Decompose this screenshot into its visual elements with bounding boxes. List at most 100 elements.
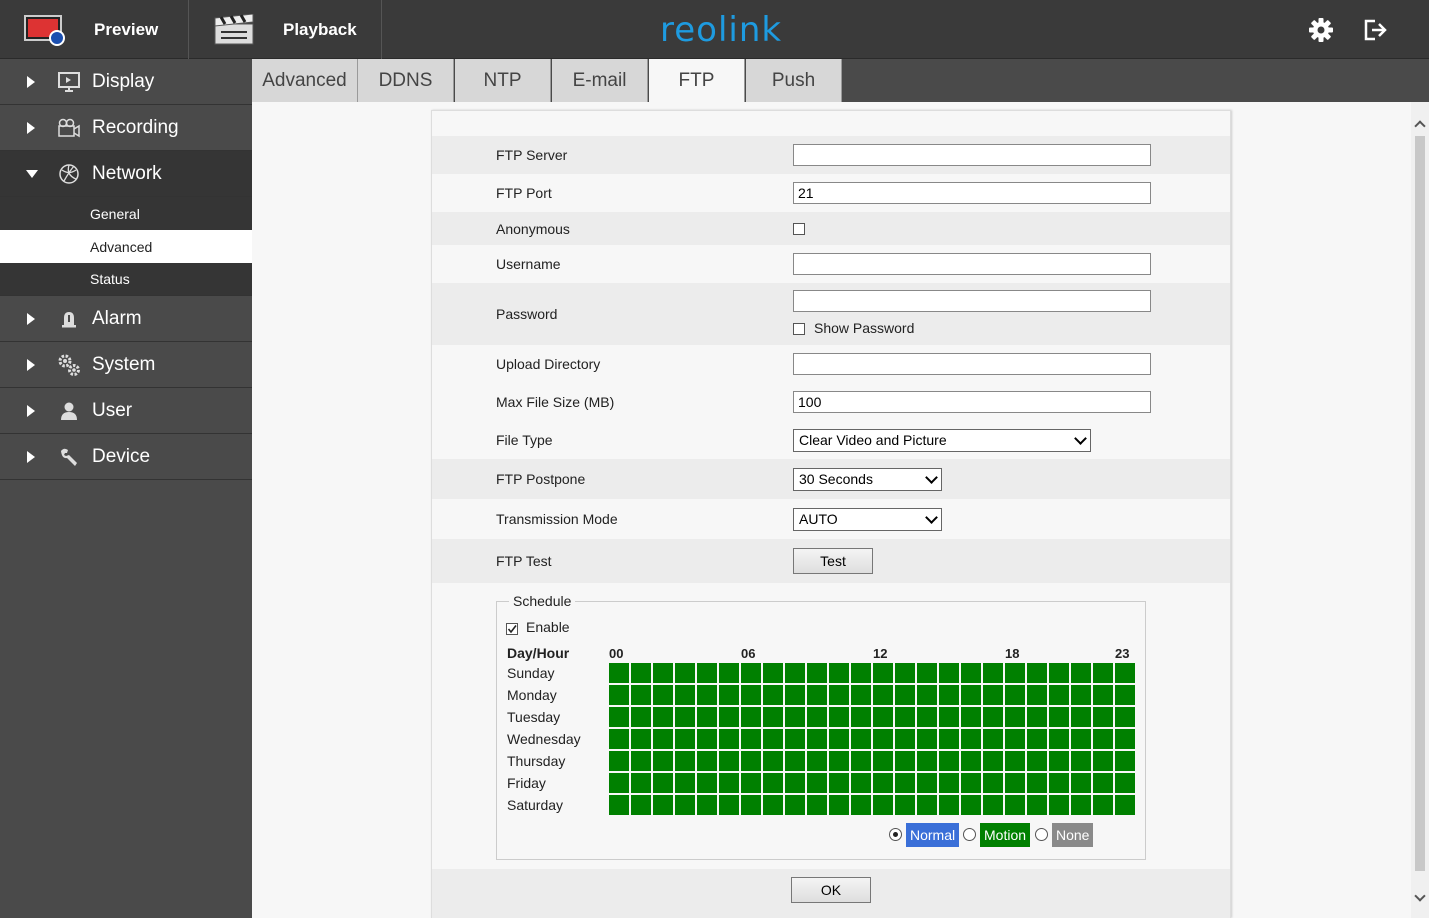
upload-directory-input[interactable] [793, 353, 1151, 375]
schedule-cell[interactable] [1093, 795, 1113, 815]
schedule-cell[interactable] [873, 685, 893, 705]
schedule-cell[interactable] [1027, 751, 1047, 771]
schedule-cell[interactable] [917, 729, 937, 749]
schedule-cell[interactable] [675, 729, 695, 749]
schedule-cell[interactable] [873, 751, 893, 771]
schedule-cell[interactable] [961, 751, 981, 771]
preview-icon[interactable] [24, 14, 66, 46]
schedule-cell[interactable] [697, 773, 717, 793]
schedule-cell[interactable] [675, 663, 695, 683]
vertical-scrollbar[interactable] [1411, 102, 1429, 918]
schedule-cell[interactable] [983, 773, 1003, 793]
schedule-cell[interactable] [939, 795, 959, 815]
schedule-cell[interactable] [895, 707, 915, 727]
schedule-cell[interactable] [939, 685, 959, 705]
file-type-select[interactable]: Clear Video and Picture [793, 428, 1091, 452]
normal-mode-tag[interactable]: Normal [906, 823, 960, 847]
schedule-cell[interactable] [1071, 795, 1091, 815]
schedule-cell[interactable] [983, 663, 1003, 683]
schedule-cell[interactable] [763, 729, 783, 749]
schedule-cell[interactable] [939, 773, 959, 793]
schedule-cell[interactable] [939, 729, 959, 749]
schedule-cell[interactable] [719, 663, 739, 683]
playback-icon[interactable] [213, 13, 255, 46]
schedule-cell[interactable] [851, 795, 871, 815]
max-file-size-input[interactable]: 100 [793, 391, 1151, 413]
schedule-cell[interactable] [653, 751, 673, 771]
schedule-cell[interactable] [895, 795, 915, 815]
schedule-cell[interactable] [719, 685, 739, 705]
schedule-cell[interactable] [1093, 685, 1113, 705]
schedule-cell[interactable] [697, 663, 717, 683]
schedule-cell[interactable] [939, 663, 959, 683]
schedule-cell[interactable] [1005, 707, 1025, 727]
schedule-cell[interactable] [917, 773, 937, 793]
schedule-cell[interactable] [653, 707, 673, 727]
sidebar-item-network[interactable]: Network [0, 151, 252, 197]
schedule-cell[interactable] [895, 751, 915, 771]
schedule-cell[interactable] [1049, 729, 1069, 749]
schedule-cell[interactable] [851, 685, 871, 705]
schedule-cell[interactable] [675, 707, 695, 727]
schedule-cell[interactable] [1005, 729, 1025, 749]
schedule-cell[interactable] [1093, 773, 1113, 793]
schedule-cell[interactable] [1115, 773, 1135, 793]
schedule-cell[interactable] [631, 773, 651, 793]
schedule-cell[interactable] [719, 795, 739, 815]
schedule-cell[interactable] [961, 663, 981, 683]
schedule-cell[interactable] [917, 751, 937, 771]
schedule-cell[interactable] [873, 729, 893, 749]
schedule-cell[interactable] [763, 707, 783, 727]
schedule-cell[interactable] [983, 751, 1003, 771]
schedule-cell[interactable] [653, 795, 673, 815]
sidebar-item-device[interactable]: Device [0, 434, 252, 480]
schedule-cell[interactable] [807, 685, 827, 705]
schedule-cell[interactable] [785, 663, 805, 683]
schedule-cell[interactable] [1027, 663, 1047, 683]
schedule-cell[interactable] [983, 685, 1003, 705]
schedule-cell[interactable] [763, 751, 783, 771]
schedule-cell[interactable] [609, 773, 629, 793]
schedule-cell[interactable] [873, 795, 893, 815]
tab-ftp[interactable]: FTP [649, 59, 745, 102]
schedule-cell[interactable] [653, 729, 673, 749]
ftp-server-input[interactable] [793, 144, 1151, 166]
logout-icon[interactable] [1361, 16, 1389, 44]
schedule-cell[interactable] [851, 751, 871, 771]
schedule-cell[interactable] [1049, 663, 1069, 683]
tab-advanced[interactable]: Advanced [252, 59, 358, 102]
schedule-cell[interactable] [1005, 751, 1025, 771]
schedule-cell[interactable] [807, 751, 827, 771]
schedule-cell[interactable] [873, 707, 893, 727]
schedule-cell[interactable] [653, 663, 673, 683]
schedule-cell[interactable] [609, 729, 629, 749]
schedule-cell[interactable] [609, 751, 629, 771]
schedule-cell[interactable] [631, 729, 651, 749]
motion-mode-tag[interactable]: Motion [980, 823, 1031, 847]
sidebar-subitem-status[interactable]: Status [0, 263, 252, 296]
schedule-cell[interactable] [763, 685, 783, 705]
schedule-cell[interactable] [763, 795, 783, 815]
schedule-cell[interactable] [983, 707, 1003, 727]
schedule-cell[interactable] [741, 707, 761, 727]
schedule-cell[interactable] [763, 773, 783, 793]
schedule-cell[interactable] [675, 773, 695, 793]
tab-ntp[interactable]: NTP [455, 59, 551, 102]
schedule-cell[interactable] [741, 773, 761, 793]
schedule-cell[interactable] [851, 729, 871, 749]
none-radio[interactable] [1035, 828, 1048, 841]
schedule-cell[interactable] [1115, 795, 1135, 815]
schedule-cell[interactable] [829, 729, 849, 749]
scroll-down-icon[interactable] [1414, 890, 1426, 902]
schedule-cell[interactable] [895, 773, 915, 793]
schedule-cell[interactable] [785, 751, 805, 771]
schedule-cell[interactable] [785, 773, 805, 793]
scroll-up-icon[interactable] [1414, 120, 1426, 132]
schedule-cell[interactable] [1027, 795, 1047, 815]
schedule-cell[interactable] [741, 663, 761, 683]
schedule-cell[interactable] [917, 795, 937, 815]
schedule-cell[interactable] [983, 729, 1003, 749]
schedule-cell[interactable] [1071, 751, 1091, 771]
sidebar-item-system[interactable]: System [0, 342, 252, 388]
schedule-cell[interactable] [609, 685, 629, 705]
